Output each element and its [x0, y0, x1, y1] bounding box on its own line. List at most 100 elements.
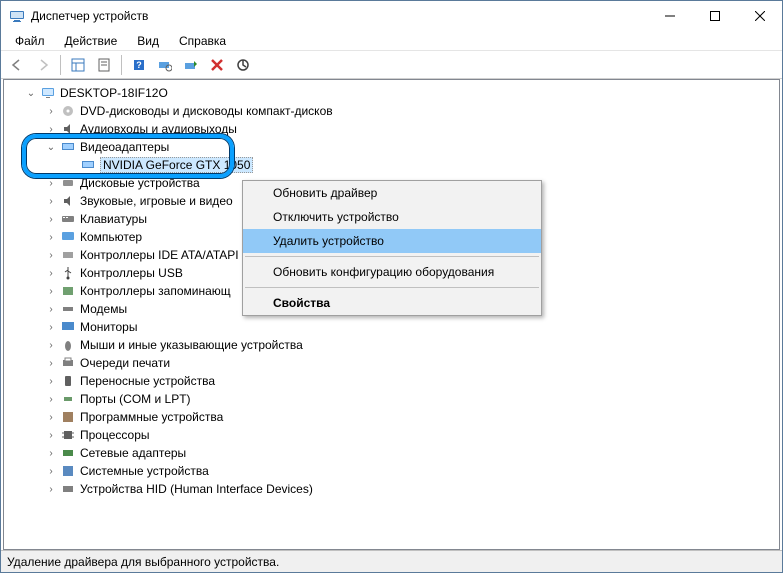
expand-icon[interactable]: › — [44, 284, 58, 298]
node-label: Контроллеры запоминающ — [80, 284, 231, 298]
expand-icon[interactable]: › — [44, 338, 58, 352]
expand-icon[interactable]: › — [44, 356, 58, 370]
minimize-button[interactable] — [647, 1, 692, 31]
tree-node[interactable]: ›Сетевые адаптеры — [4, 444, 779, 462]
device-tree-panel[interactable]: ⌄ DESKTOP-18IF12O › DVD-дисководы и диско… — [3, 79, 780, 550]
dvd-icon — [60, 103, 76, 119]
node-label: Процессоры — [80, 428, 150, 442]
processor-icon — [60, 427, 76, 443]
expand-icon[interactable]: › — [44, 392, 58, 406]
context-remove-device[interactable]: Удалить устройство — [243, 229, 541, 253]
tree-node[interactable]: › Аудиовходы и аудиовыходы — [4, 120, 779, 138]
toolbar-separator — [121, 55, 122, 75]
show-tree-button[interactable] — [66, 53, 90, 77]
expand-icon[interactable]: › — [44, 230, 58, 244]
tree-node[interactable]: › Процессоры — [4, 426, 779, 444]
collapse-icon[interactable]: ⌄ — [44, 140, 58, 154]
update-driver-button[interactable] — [179, 53, 203, 77]
expand-icon[interactable]: › — [44, 194, 58, 208]
expand-icon[interactable]: › — [44, 374, 58, 388]
node-label: Устройства HID (Human Interface Devices) — [80, 482, 313, 496]
network-adapter-icon — [60, 445, 76, 461]
context-rescan-hardware[interactable]: Обновить конфигурацию оборудования — [243, 260, 541, 284]
context-menu: Обновить драйвер Отключить устройство Уд… — [242, 180, 542, 316]
back-button[interactable] — [5, 53, 29, 77]
storage-controller-icon — [60, 283, 76, 299]
node-label: Клавиатуры — [80, 212, 147, 226]
expand-icon[interactable]: › — [44, 464, 58, 478]
audio-icon — [60, 121, 76, 137]
expand-icon[interactable]: › — [44, 266, 58, 280]
node-label: Модемы — [80, 302, 127, 316]
context-properties[interactable]: Свойства — [243, 291, 541, 315]
node-label: Мониторы — [80, 320, 137, 334]
scan-hardware-button[interactable] — [153, 53, 177, 77]
hid-icon — [60, 481, 76, 497]
expand-icon[interactable]: › — [44, 248, 58, 262]
expand-icon[interactable]: › — [44, 104, 58, 118]
usb-icon — [60, 265, 76, 281]
menu-view[interactable]: Вид — [129, 32, 167, 50]
node-label: Звуковые, игровые и видео — [80, 194, 233, 208]
menu-help[interactable]: Справка — [171, 32, 234, 50]
expand-icon[interactable]: › — [44, 320, 58, 334]
close-button[interactable] — [737, 1, 782, 31]
disable-button[interactable] — [231, 53, 255, 77]
expand-icon[interactable]: › — [44, 122, 58, 136]
svg-text:?: ? — [136, 60, 142, 70]
keyboard-icon — [60, 211, 76, 227]
tree-node[interactable]: ›Программные устройства — [4, 408, 779, 426]
tree-node-gpu[interactable]: ›NVIDIA GeForce GTX 1050 — [4, 156, 779, 174]
expand-icon[interactable]: › — [44, 302, 58, 316]
software-device-icon — [60, 409, 76, 425]
tree-node[interactable]: › DVD-дисководы и дисководы компакт-диско… — [4, 102, 779, 120]
tree-node[interactable]: › Мониторы — [4, 318, 779, 336]
tree-node[interactable]: ›Системные устройства — [4, 462, 779, 480]
expand-icon[interactable]: › — [44, 176, 58, 190]
modem-icon — [60, 301, 76, 317]
display-adapter-icon — [80, 157, 96, 173]
node-label: Переносные устройства — [80, 374, 215, 388]
sound-icon — [60, 193, 76, 209]
expand-icon[interactable]: › — [44, 446, 58, 460]
node-label: Видеоадаптеры — [80, 140, 169, 154]
root-node[interactable]: ⌄ DESKTOP-18IF12O — [4, 84, 779, 102]
uninstall-button[interactable] — [205, 53, 229, 77]
portable-device-icon — [60, 373, 76, 389]
display-adapter-icon — [60, 139, 76, 155]
context-separator — [245, 256, 539, 257]
context-separator — [245, 287, 539, 288]
node-label: DVD-дисководы и дисководы компакт-дисков — [80, 104, 333, 118]
expand-icon[interactable]: › — [44, 410, 58, 424]
menu-file[interactable]: Файл — [7, 32, 53, 50]
toolbar: ? — [1, 51, 782, 79]
menu-action[interactable]: Действие — [57, 32, 126, 50]
tree-node[interactable]: ›Очереди печати — [4, 354, 779, 372]
ports-icon — [60, 391, 76, 407]
expand-icon[interactable]: › — [44, 212, 58, 226]
print-queue-icon — [60, 355, 76, 371]
window-controls — [647, 1, 782, 31]
tree-node[interactable]: › Переносные устройства — [4, 372, 779, 390]
expand-icon[interactable]: ⌄ — [24, 86, 38, 100]
computer-icon — [60, 229, 76, 245]
mouse-icon — [60, 337, 76, 353]
node-label: NVIDIA GeForce GTX 1050 — [100, 157, 253, 173]
tree-node-video-adapters[interactable]: ⌄ Видеоадаптеры — [4, 138, 779, 156]
node-label: DESKTOP-18IF12O — [60, 86, 168, 100]
node-label: Контроллеры USB — [80, 266, 183, 280]
expand-icon[interactable]: › — [44, 482, 58, 496]
node-label: Порты (COM и LPT) — [80, 392, 191, 406]
expand-icon[interactable]: › — [44, 428, 58, 442]
help-button[interactable]: ? — [127, 53, 151, 77]
node-label: Аудиовходы и аудиовыходы — [80, 122, 237, 136]
tree-node[interactable]: › Порты (COM и LPT) — [4, 390, 779, 408]
forward-button[interactable] — [31, 53, 55, 77]
tree-node[interactable]: › Устройства HID (Human Interface Devices… — [4, 480, 779, 498]
properties-button[interactable] — [92, 53, 116, 77]
window-title: Диспетчер устройств — [31, 9, 647, 23]
maximize-button[interactable] — [692, 1, 737, 31]
context-disable-device[interactable]: Отключить устройство — [243, 205, 541, 229]
tree-node[interactable]: ›Мыши и иные указывающие устройства — [4, 336, 779, 354]
context-update-driver[interactable]: Обновить драйвер — [243, 181, 541, 205]
